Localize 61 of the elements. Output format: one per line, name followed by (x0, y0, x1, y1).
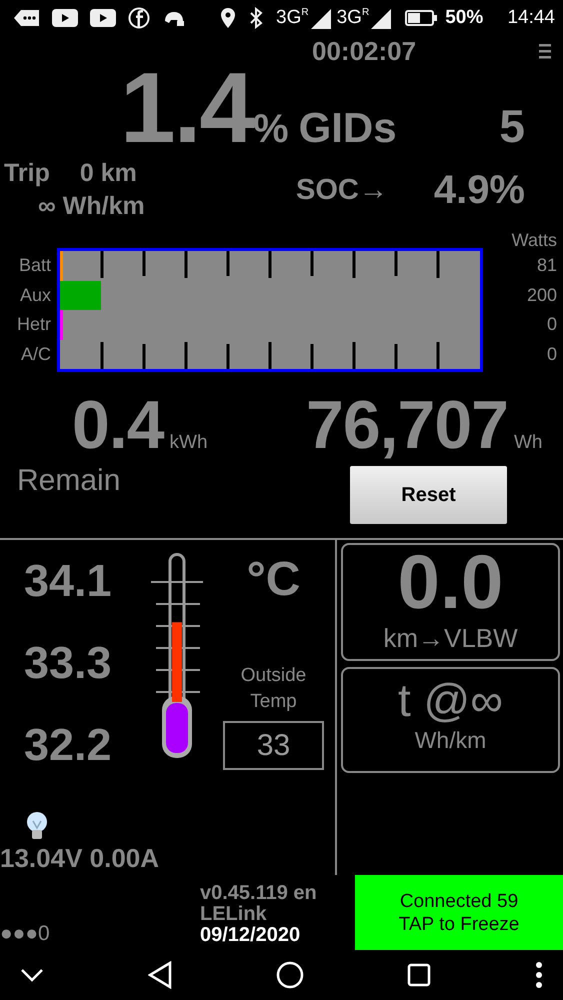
signal-icon (371, 9, 392, 29)
watts-header: Watts (510, 230, 558, 248)
efficiency-value: t @∞ (398, 673, 504, 727)
freeze-button[interactable]: Connected 59 TAP to Freeze (355, 875, 563, 950)
battery-temperature: 33.3 (24, 636, 113, 690)
more-options-icon[interactable] (535, 961, 543, 989)
back-icon[interactable] (148, 961, 172, 989)
recents-icon[interactable] (407, 963, 432, 987)
reset-button[interactable]: Reset (350, 466, 507, 524)
remain-label: Remain (16, 463, 122, 499)
light-bulb-icon (24, 811, 50, 841)
menu-icon[interactable] (539, 43, 551, 59)
trip-consumption: ∞ Wh/km (38, 192, 146, 221)
total-energy: 76,707 (306, 386, 508, 464)
soc-value: 4.9% (434, 168, 525, 212)
channel-label: A/C (20, 342, 52, 366)
clock-time: 14:44 (507, 7, 555, 29)
energy-unit: kWh (170, 432, 208, 454)
network-type: 3G$^{R}$ (276, 7, 309, 29)
range-value: 0.0 (398, 545, 504, 621)
range-label: km→VLBW (383, 623, 518, 654)
channel-label: Hetr (16, 313, 52, 336)
channel-watts: 0 (546, 313, 558, 336)
channel-watts: 200 (526, 284, 558, 307)
channel-label: Batt (18, 254, 52, 278)
channel-watts: 81 (536, 254, 558, 278)
aux-battery-reading: 13.04V 0.00A (0, 843, 160, 874)
trip-timer: 00:02:07 (312, 36, 416, 66)
outside-temp-label: Outside Temp (240, 664, 308, 714)
battery-icon (405, 10, 438, 26)
channel-watts: 0 (546, 342, 558, 366)
version-text: v0.45.119 en (200, 883, 318, 904)
soc-label: SOC→ (296, 174, 388, 206)
percent-sign: % (253, 107, 289, 152)
location-pin-icon (220, 7, 236, 29)
temperature-unit: °C (246, 552, 300, 607)
bluetooth-icon (248, 7, 264, 29)
efficiency-label: Wh/km (414, 727, 486, 754)
battery-temperature: 34.1 (24, 554, 113, 608)
gids-label: GIDs (298, 104, 397, 152)
remaining-energy: 0.4 (72, 386, 164, 464)
home-icon[interactable] (276, 961, 304, 989)
energy-unit: Wh (514, 432, 542, 454)
battery-percent: 50% (445, 7, 484, 29)
gids-value: 5 (499, 99, 525, 153)
play-icon (52, 9, 78, 27)
signal-icon (310, 9, 331, 29)
more-notifications-icon (14, 9, 40, 27)
play-icon (90, 9, 116, 27)
chevron-down-icon[interactable] (20, 968, 44, 982)
channel-label: Aux (18, 284, 52, 307)
trip-distance: 0 km (80, 159, 137, 188)
battery-temperature: 32.2 (24, 718, 113, 772)
network-type: 3G$^{R}$ (336, 7, 370, 29)
adapter-name: LELink (200, 904, 268, 925)
trip-label: Trip (4, 159, 50, 188)
date-text: 09/12/2020 (200, 925, 302, 946)
charge-percent-value: 1.4 (120, 66, 254, 150)
outside-temp-value: 33 (223, 721, 324, 770)
social-logo-icon (128, 7, 150, 29)
connection-indicator: ●●●0 (0, 922, 50, 946)
